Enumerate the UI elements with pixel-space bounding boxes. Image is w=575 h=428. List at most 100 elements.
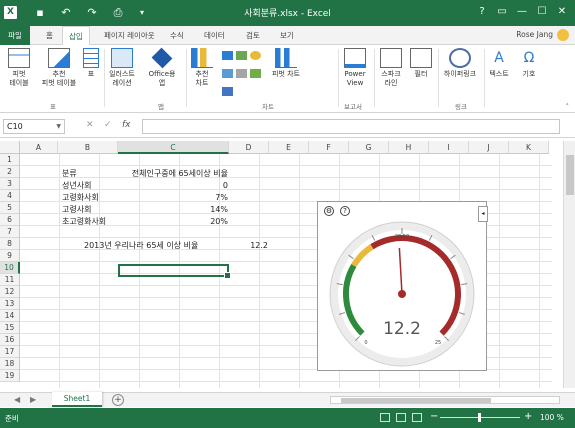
cell-b5[interactable]: 고령사회 xyxy=(62,204,91,216)
other-charts-icon[interactable] xyxy=(222,87,233,96)
user-name[interactable]: Rose Jang xyxy=(516,30,553,39)
row-header-13[interactable]: 13 xyxy=(0,298,20,310)
symbols-button[interactable]: Ω 기호 xyxy=(516,48,542,79)
pivot-chart-button[interactable]: 피벗 차트 xyxy=(268,48,304,79)
cell-b6[interactable]: 초고령화사회 xyxy=(62,216,106,228)
cancel-icon[interactable]: ✕ xyxy=(86,120,94,130)
cell-c4[interactable]: 7% xyxy=(118,192,228,204)
formula-input[interactable] xyxy=(142,119,560,134)
column-header-b[interactable]: B xyxy=(58,141,118,154)
row-header-14[interactable]: 14 xyxy=(0,310,20,322)
ribbon-display-button[interactable]: ▭ xyxy=(492,4,512,20)
gauge-app-panel[interactable]: ⚙ ? 28.50 0 25 12.2 xyxy=(317,201,487,371)
row-header-7[interactable]: 7 xyxy=(0,226,20,238)
add-sheet-button[interactable]: + xyxy=(112,394,124,406)
page-break-view-button[interactable] xyxy=(412,413,422,422)
power-view-button[interactable]: Power View xyxy=(340,48,370,88)
cell-c5[interactable]: 14% xyxy=(118,204,228,216)
zoom-slider-thumb[interactable] xyxy=(478,413,481,422)
recommended-pivot-button[interactable]: 추천 피벗 테이블 xyxy=(38,48,80,88)
row-header-15[interactable]: 15 xyxy=(0,322,20,334)
tab-view[interactable]: 보기 xyxy=(274,26,300,45)
name-box[interactable]: C10 ▼ xyxy=(3,119,65,134)
maximize-button[interactable]: ☐ xyxy=(532,4,552,20)
pie-chart-icon[interactable] xyxy=(250,51,261,60)
cell-b8[interactable]: 2013년 우리나라 65세 이상 비율 xyxy=(84,240,198,252)
column-header-d[interactable]: D xyxy=(229,141,269,154)
sheet-tab-sheet1[interactable]: Sheet1 xyxy=(52,392,102,407)
column-header-a[interactable]: A xyxy=(20,141,58,154)
normal-view-button[interactable] xyxy=(380,413,390,422)
cell-b3[interactable]: 성년사회 xyxy=(62,180,91,192)
bar-chart-icon[interactable] xyxy=(222,69,233,78)
collapse-ribbon-icon[interactable]: ˄ xyxy=(566,103,570,111)
recommended-charts-button[interactable]: 추천 차트 xyxy=(188,48,216,88)
row-header-6[interactable]: 6 xyxy=(0,214,20,226)
tab-home[interactable]: 홈 xyxy=(40,26,59,45)
row-header-10[interactable]: 10 xyxy=(0,262,20,274)
scatter-chart-icon[interactable] xyxy=(250,69,261,78)
sparklines-button[interactable]: 스파크 라인 xyxy=(376,48,406,88)
column-header-f[interactable]: F xyxy=(309,141,349,154)
name-box-dropdown-icon[interactable]: ▼ xyxy=(56,120,61,133)
row-header-9[interactable]: 9 xyxy=(0,250,20,262)
tab-file[interactable]: 파일 xyxy=(0,26,30,45)
insert-function-icon[interactable]: fx xyxy=(122,120,131,130)
row-header-12[interactable]: 12 xyxy=(0,286,20,298)
column-header-e[interactable]: E xyxy=(269,141,309,154)
minimize-button[interactable]: — xyxy=(512,4,532,20)
gauge-expand-button[interactable]: ◂ xyxy=(478,206,488,222)
column-header-j[interactable]: J xyxy=(469,141,509,154)
illustrations-button[interactable]: 일러스트 레이션 xyxy=(106,48,138,88)
selected-cell-c10[interactable] xyxy=(118,264,231,279)
row-header-4[interactable]: 4 xyxy=(0,190,20,202)
hyperlink-button[interactable]: 하이퍼링크 xyxy=(440,48,480,79)
next-sheet-icon[interactable]: ▶ xyxy=(30,395,36,404)
vertical-scrollbar[interactable] xyxy=(563,141,575,388)
cell-d8[interactable]: 12.2 xyxy=(230,240,268,252)
close-button[interactable]: ✕ xyxy=(552,4,572,20)
row-header-19[interactable]: 19 xyxy=(0,370,20,382)
cell-b4[interactable]: 고령화사회 xyxy=(62,192,99,204)
row-header-2[interactable]: 2 xyxy=(0,166,20,178)
column-chart-icon[interactable] xyxy=(222,51,233,60)
tab-formulas[interactable]: 수식 xyxy=(164,26,190,45)
row-header-16[interactable]: 16 xyxy=(0,334,20,346)
horizontal-scrollbar[interactable] xyxy=(330,396,560,404)
cell-b2[interactable]: 분류 xyxy=(62,168,77,180)
tab-data[interactable]: 데이터 xyxy=(198,26,231,45)
cell-c3[interactable]: 0 xyxy=(118,180,228,192)
zoom-in-button[interactable]: + xyxy=(524,411,532,422)
office-apps-button[interactable]: Office용 앱 xyxy=(144,47,180,88)
row-header-17[interactable]: 17 xyxy=(0,346,20,358)
tab-review[interactable]: 검토 xyxy=(240,26,266,45)
vertical-scroll-thumb[interactable] xyxy=(566,155,574,195)
text-button[interactable]: A 텍스트 xyxy=(486,48,512,79)
row-header-1[interactable]: 1 xyxy=(0,154,20,166)
tab-insert[interactable]: 삽입 xyxy=(62,26,90,46)
zoom-out-button[interactable]: − xyxy=(430,411,438,422)
area-chart-icon[interactable] xyxy=(236,69,247,78)
horizontal-scroll-thumb[interactable] xyxy=(341,398,491,403)
zoom-level[interactable]: 100 % xyxy=(540,413,564,422)
row-header-3[interactable]: 3 xyxy=(0,178,20,190)
row-header-11[interactable]: 11 xyxy=(0,274,20,286)
line-chart-icon[interactable] xyxy=(236,51,247,60)
feedback-smiley-icon[interactable] xyxy=(557,29,569,41)
tab-page-layout[interactable]: 페이지 레이아웃 xyxy=(98,26,161,45)
column-header-k[interactable]: K xyxy=(509,141,549,154)
page-layout-view-button[interactable] xyxy=(396,413,406,422)
row-header-8[interactable]: 8 xyxy=(0,238,20,250)
prev-sheet-icon[interactable]: ◀ xyxy=(14,395,20,404)
row-header-18[interactable]: 18 xyxy=(0,358,20,370)
table-button[interactable]: 표 xyxy=(82,48,100,79)
filters-button[interactable]: 필터 xyxy=(408,48,434,79)
select-all-corner[interactable] xyxy=(0,141,20,154)
row-header-5[interactable]: 5 xyxy=(0,202,20,214)
column-header-i[interactable]: I xyxy=(429,141,469,154)
cell-c2[interactable]: 전체인구중에 65세이상 비율 xyxy=(118,168,228,180)
column-header-h[interactable]: H xyxy=(389,141,429,154)
pivot-table-button[interactable]: 피벗 테이블 xyxy=(4,48,34,88)
cell-c6[interactable]: 20% xyxy=(118,216,228,228)
enter-icon[interactable]: ✓ xyxy=(104,120,112,130)
